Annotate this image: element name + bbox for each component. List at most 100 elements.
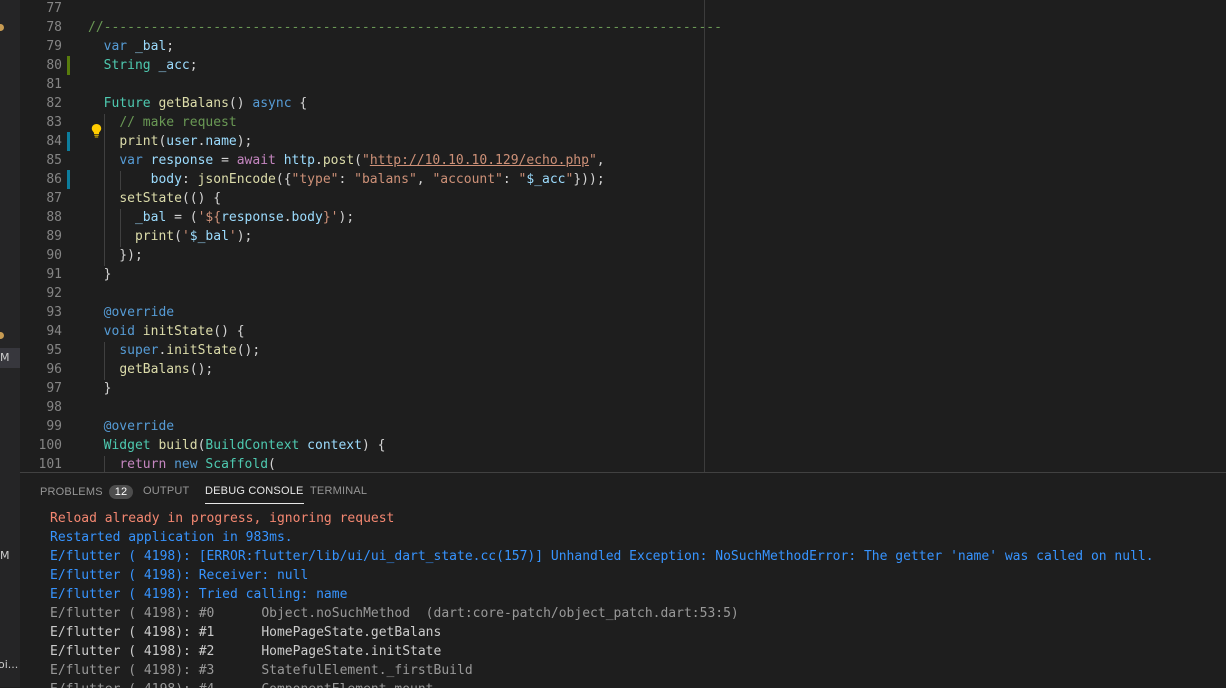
code-line[interactable]: //--------------------------------------… — [88, 18, 722, 37]
line-number: 98 — [46, 400, 62, 415]
code-line[interactable]: // make request — [88, 113, 237, 132]
code-token: http — [275, 153, 316, 168]
tab-debug-console[interactable]: DEBUG CONSOLE — [205, 485, 304, 504]
line-number: 100 — [38, 438, 62, 453]
sidebar-fragment[interactable]: oi... — [0, 658, 18, 671]
code-line[interactable]: return new Scaffold( — [88, 455, 276, 472]
tab-problems[interactable]: PROBLEMS 12 — [40, 485, 134, 499]
code-token: = ( — [166, 210, 198, 225]
vertical-ruler — [704, 0, 705, 472]
console-line: E/flutter ( 4198): #1 HomePageState.getB… — [50, 625, 442, 640]
code-token: : — [502, 172, 519, 187]
code-line[interactable]: setState(() { — [88, 189, 221, 208]
gutter-row: 81 — [20, 75, 90, 94]
gutter-row: 85 — [20, 151, 90, 170]
code-line[interactable]: body: jsonEncode({"type": "balans", "acc… — [88, 170, 605, 189]
code-token: () { — [213, 324, 245, 339]
code-token: " — [588, 153, 597, 168]
code-token: : — [338, 172, 355, 187]
code-token: ) { — [361, 438, 386, 453]
bottom-panel: PROBLEMS 12 OUTPUT DEBUG CONSOLE TERMINAL… — [20, 472, 1226, 688]
git-change-marker[interactable] — [67, 132, 70, 151]
line-number: 84 — [46, 134, 62, 149]
code-token: ' — [181, 229, 190, 244]
code-token: _bal — [134, 210, 167, 225]
code-token: ( — [354, 153, 362, 168]
code-line[interactable]: getBalans(); — [88, 360, 213, 379]
code-token: String — [103, 58, 151, 73]
tab-terminal[interactable]: TERMINAL — [310, 485, 367, 497]
code-line[interactable]: }); — [88, 246, 143, 265]
code-token: ); — [236, 134, 253, 149]
code-line[interactable]: var response = await http.post("http://1… — [88, 151, 605, 170]
git-change-marker[interactable] — [67, 56, 70, 75]
gutter-row: 99 — [20, 417, 90, 436]
gutter-row: 101 — [20, 455, 90, 472]
code-line[interactable]: var _bal; — [88, 37, 174, 56]
code-token: ({ — [275, 172, 292, 187]
code-token: name — [205, 134, 237, 149]
code-token: Future — [103, 96, 151, 111]
code-token: ' — [228, 229, 237, 244]
code-editor[interactable]: 77 78 //----------------------------------… — [20, 0, 1226, 472]
code-line[interactable]: super.initState(); — [88, 341, 260, 360]
line-number: 87 — [46, 191, 62, 206]
code-line[interactable]: @override — [88, 417, 174, 436]
code-line[interactable]: print(user.name); — [88, 132, 252, 151]
console-line: E/flutter ( 4198): [ERROR:flutter/lib/ui… — [50, 549, 1154, 564]
code-line[interactable]: } — [88, 379, 112, 398]
code-token: , — [416, 172, 433, 187]
console-line: E/flutter ( 4198): #3 StatefulElement._f… — [50, 663, 473, 678]
code-token: ( — [268, 457, 276, 472]
git-change-marker[interactable] — [67, 170, 70, 189]
code-line[interactable]: Future getBalans() async { — [88, 94, 308, 113]
code-token: ; — [166, 39, 175, 54]
code-token: } — [88, 381, 112, 396]
code-line[interactable]: _bal = ('${response.body}'); — [88, 208, 354, 227]
code-line[interactable]: @override — [88, 303, 174, 322]
code-token: () — [228, 96, 253, 111]
code-token: new — [166, 457, 198, 472]
code-token: void — [103, 324, 135, 339]
code-token: }' — [322, 210, 339, 225]
sidebar-fragment[interactable]: M — [0, 351, 10, 364]
tab-output[interactable]: OUTPUT — [143, 485, 189, 497]
code-token: // make request — [119, 115, 237, 130]
code-token: $_bal — [189, 229, 229, 244]
code-line[interactable]: print('$_bal'); — [88, 227, 252, 246]
code-token: var — [119, 153, 143, 168]
code-token: post — [322, 153, 355, 168]
gutter-row: 79 — [20, 37, 90, 56]
lightbulb-icon[interactable] — [90, 123, 103, 138]
gutter-row: 78 — [20, 18, 90, 37]
code-token: $_acc — [526, 172, 566, 187]
code-token: (); — [236, 343, 261, 358]
code-line[interactable]: } — [88, 265, 112, 284]
code-token: '${ — [197, 210, 222, 225]
code-line[interactable]: void initState() { — [88, 322, 245, 341]
gutter-row: 96 — [20, 360, 90, 379]
code-line[interactable]: String _acc; — [88, 56, 198, 75]
console-line: Reload already in progress, ignoring req… — [50, 511, 395, 526]
debug-console-output[interactable]: Reload already in progress, ignoring req… — [50, 509, 1154, 688]
code-token: ); — [338, 210, 355, 225]
line-number: 83 — [46, 115, 62, 130]
console-line: E/flutter ( 4198): #0 Object.noSuchMetho… — [50, 606, 739, 621]
code-token: async — [252, 96, 292, 111]
code-token: "type" — [291, 172, 339, 187]
sidebar-fragment[interactable]: M — [0, 549, 10, 562]
code-token: "account" — [432, 172, 503, 187]
gutter-row: 94 — [20, 322, 90, 341]
gutter-row: 89 — [20, 227, 90, 246]
line-number: 82 — [46, 96, 62, 111]
gutter-row: 77 — [20, 0, 90, 18]
code-token: , — [596, 153, 605, 168]
code-line[interactable]: Widget build(BuildContext context) { — [88, 436, 386, 455]
gutter-row: 83 — [20, 113, 90, 132]
code-token: })); — [573, 172, 605, 187]
